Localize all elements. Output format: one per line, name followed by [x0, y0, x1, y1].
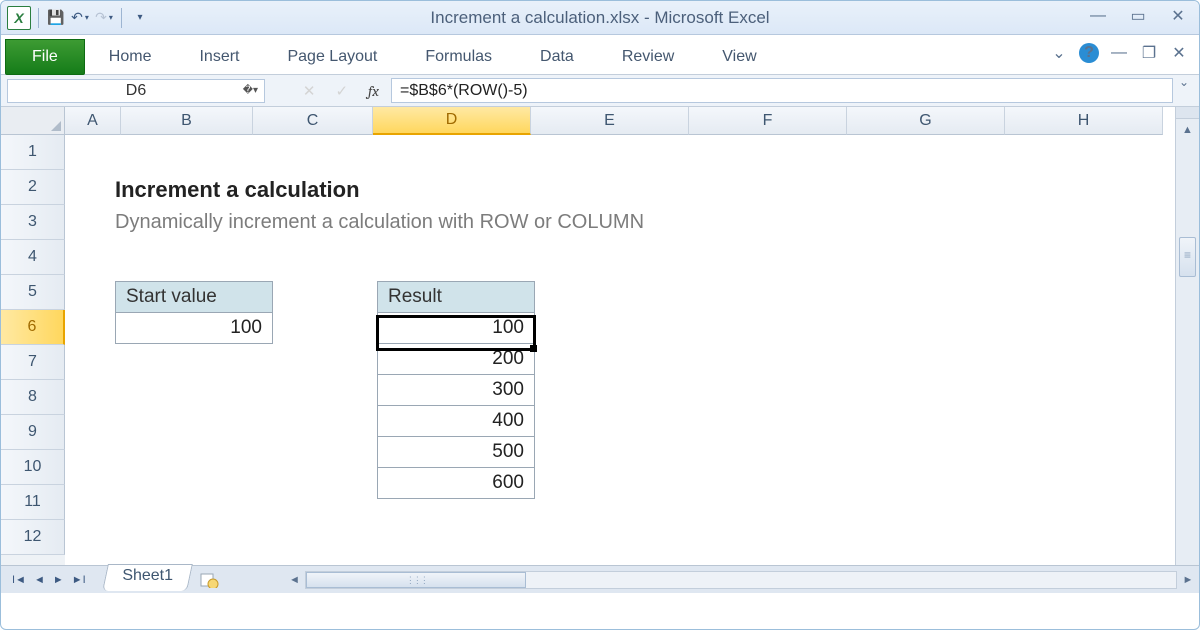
close-button[interactable]: ✕ [1167, 7, 1189, 25]
tab-review[interactable]: Review [598, 40, 698, 74]
column-headers: ABCDEFGH [65, 107, 1163, 135]
first-sheet-icon[interactable]: I◄ [9, 572, 29, 588]
spreadsheet-grid: ABCDEFGH 123456789101112 Increment a cal… [1, 107, 1199, 593]
ribbon: File Home Insert Page Layout Formulas Da… [1, 35, 1199, 75]
formula-bar: D6 �▾ ✕ ✓ fx =$B$6*(ROW()-5) ⌄ [1, 75, 1199, 107]
tab-insert[interactable]: Insert [175, 40, 263, 74]
undo-icon[interactable]: ↶▾ [70, 8, 90, 28]
sheet-tab-sheet1[interactable]: Sheet1 [102, 564, 192, 591]
row-headers: 123456789101112 [1, 135, 65, 593]
row-header-6[interactable]: 6 [1, 310, 65, 345]
row-header-11[interactable]: 11 [1, 485, 65, 520]
vertical-scrollbar[interactable]: ▲ ▼ [1175, 107, 1199, 593]
file-tab[interactable]: File [5, 39, 85, 75]
workbook-restore-icon[interactable]: ❐ [1139, 43, 1159, 63]
tab-formulas[interactable]: Formulas [401, 40, 516, 74]
hscroll-thumb[interactable] [306, 572, 526, 588]
row-header-5[interactable]: 5 [1, 275, 65, 310]
select-all-corner[interactable] [1, 107, 65, 135]
row-header-9[interactable]: 9 [1, 415, 65, 450]
workbook-minimize-icon[interactable]: ― [1109, 44, 1129, 62]
split-handle[interactable] [1176, 107, 1199, 119]
help-icon[interactable]: ? [1079, 43, 1099, 63]
qat-customize-icon[interactable]: ▾ [129, 8, 149, 28]
formula-input[interactable]: =$B$6*(ROW()-5) [391, 78, 1173, 103]
workbook-close-icon[interactable]: ✕ [1169, 43, 1189, 63]
tab-page-layout[interactable]: Page Layout [263, 40, 401, 74]
start-value-header: Start value [116, 282, 272, 313]
next-sheet-icon[interactable]: ► [50, 572, 67, 588]
scroll-right-icon[interactable]: ► [1177, 574, 1199, 586]
redo-icon[interactable]: ↷▾ [94, 8, 114, 28]
new-sheet-icon[interactable] [195, 566, 223, 593]
result-header: Result [378, 282, 534, 313]
title-bar: X 💾 ↶▾ ↷▾ ▾ Increment a calculation.xlsx… [1, 1, 1199, 35]
start-value-cell[interactable]: 100 [116, 313, 272, 343]
result-cell[interactable]: 200 [378, 344, 534, 375]
qat-separator [38, 8, 39, 28]
formula-expand-icon[interactable]: ⌄ [1175, 75, 1193, 89]
excel-app-icon: X [7, 6, 31, 30]
sheet-title: Increment a calculation [115, 177, 360, 203]
row-header-8[interactable]: 8 [1, 380, 65, 415]
scroll-up-icon[interactable]: ▲ [1176, 119, 1199, 141]
scroll-left-icon[interactable]: ◄ [283, 574, 305, 586]
window-title: Increment a calculation.xlsx - Microsoft… [1, 8, 1199, 28]
result-cell[interactable]: 100 [378, 313, 534, 344]
column-header-H[interactable]: H [1005, 107, 1163, 135]
row-header-2[interactable]: 2 [1, 170, 65, 205]
column-header-G[interactable]: G [847, 107, 1005, 135]
row-header-10[interactable]: 10 [1, 450, 65, 485]
row-header-7[interactable]: 7 [1, 345, 65, 380]
result-table: Result 100 200 300 400 500 600 [377, 281, 535, 499]
result-cell[interactable]: 600 [378, 468, 534, 498]
row-header-12[interactable]: 12 [1, 520, 65, 555]
name-box-dropdown-icon[interactable]: �▾ [243, 85, 258, 96]
formula-text: =$B$6*(ROW()-5) [400, 82, 528, 100]
horizontal-scrollbar[interactable]: ◄ ► [283, 566, 1199, 593]
minimize-button[interactable]: ― [1087, 7, 1109, 25]
result-cell[interactable]: 500 [378, 437, 534, 468]
fx-icon[interactable]: fx [368, 82, 379, 100]
ribbon-minimize-icon[interactable]: ⌄ [1049, 43, 1069, 63]
column-header-F[interactable]: F [689, 107, 847, 135]
column-header-C[interactable]: C [253, 107, 373, 135]
save-icon[interactable]: 💾 [46, 8, 66, 28]
start-value-table: Start value 100 [115, 281, 273, 344]
column-header-A[interactable]: A [65, 107, 121, 135]
hscroll-track[interactable] [305, 571, 1177, 589]
column-header-D[interactable]: D [373, 107, 531, 135]
last-sheet-icon[interactable]: ►I [69, 572, 89, 588]
name-box-value: D6 [126, 82, 146, 100]
cells-area[interactable]: Increment a calculation Dynamically incr… [65, 135, 1199, 593]
sheet-tab-bar: I◄ ◄ ► ►I Sheet1 ◄ ► [1, 565, 1199, 593]
column-header-E[interactable]: E [531, 107, 689, 135]
enter-formula-icon[interactable]: ✓ [335, 82, 348, 100]
tab-data[interactable]: Data [516, 40, 598, 74]
result-cell[interactable]: 300 [378, 375, 534, 406]
tab-home[interactable]: Home [85, 40, 176, 74]
qat-separator [121, 8, 122, 28]
row-header-1[interactable]: 1 [1, 135, 65, 170]
row-header-4[interactable]: 4 [1, 240, 65, 275]
prev-sheet-icon[interactable]: ◄ [31, 572, 48, 588]
cancel-formula-icon[interactable]: ✕ [303, 82, 316, 100]
row-header-3[interactable]: 3 [1, 205, 65, 240]
maximize-button[interactable]: ▭ [1127, 7, 1149, 25]
column-header-B[interactable]: B [121, 107, 253, 135]
tab-view[interactable]: View [698, 40, 780, 74]
sheet-subtitle: Dynamically increment a calculation with… [115, 211, 644, 234]
result-cell[interactable]: 400 [378, 406, 534, 437]
name-box[interactable]: D6 �▾ [7, 79, 265, 103]
vscroll-thumb[interactable] [1179, 237, 1196, 277]
